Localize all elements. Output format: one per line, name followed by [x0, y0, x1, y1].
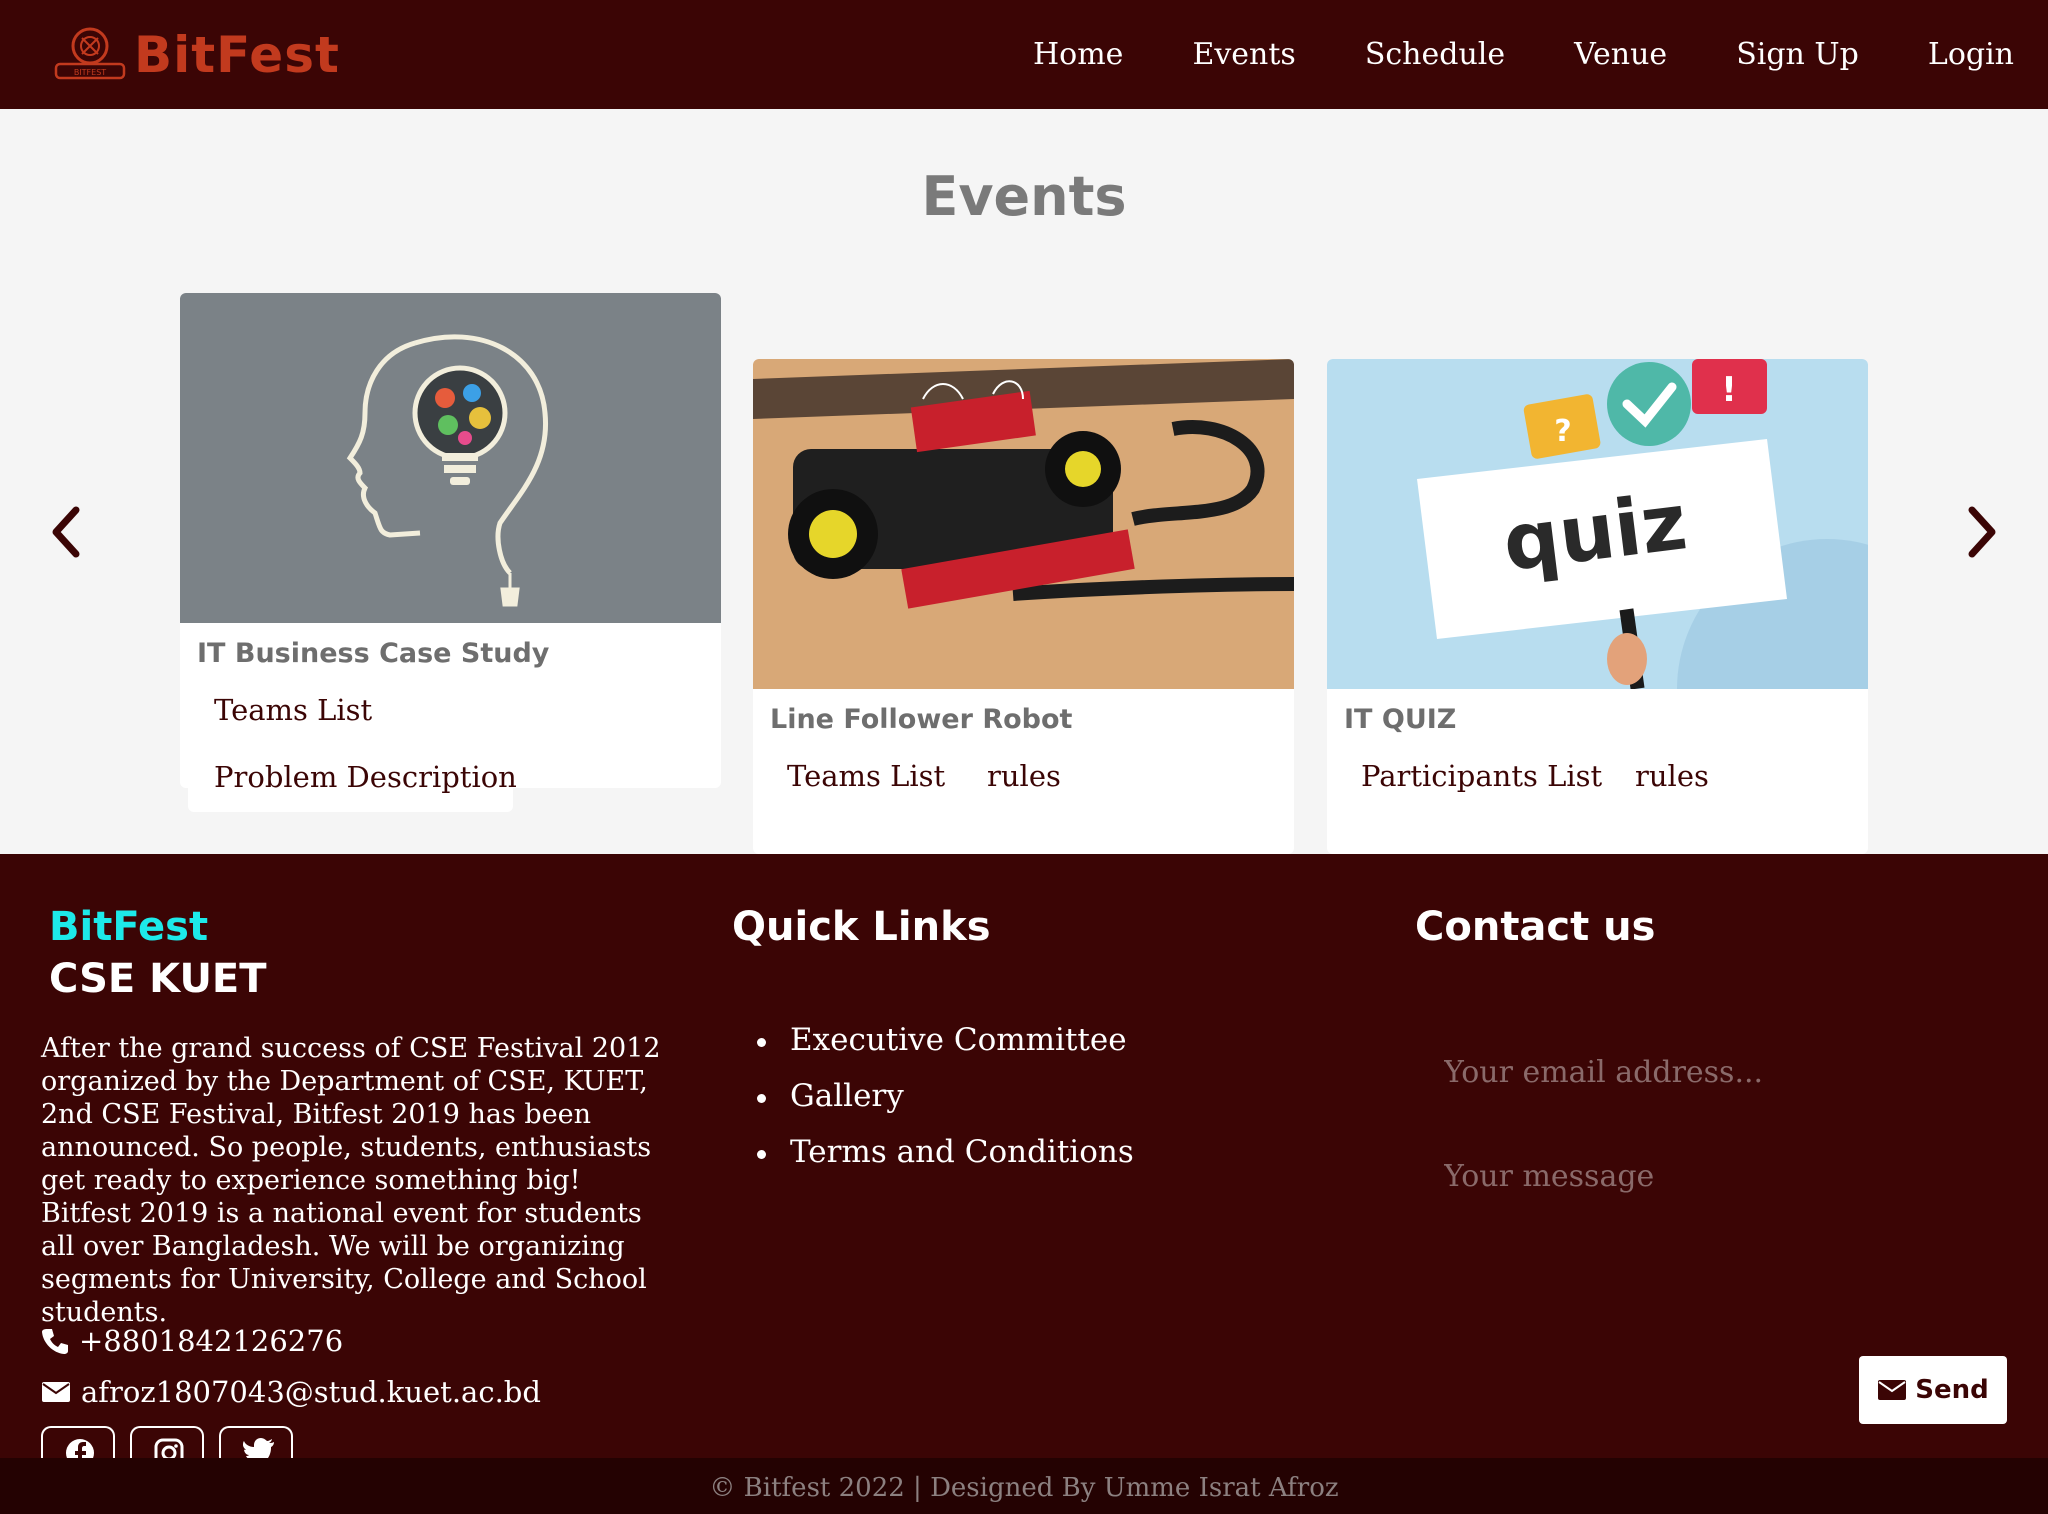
event-title: Line Follower Robot: [770, 704, 1073, 735]
contact-heading: Contact us: [1415, 904, 1656, 950]
rules-link[interactable]: rules: [1635, 759, 1709, 793]
brain-illustration-icon: [180, 293, 721, 623]
event-title: IT QUIZ: [1344, 704, 1457, 735]
event-card-it-business: IT Business Case Study Teams List Proble…: [180, 293, 721, 794]
list-bullet: [757, 1038, 766, 1047]
list-bullet: [757, 1094, 766, 1103]
brand-logo[interactable]: BITFEST BitFest: [52, 22, 340, 88]
email-address: afroz1807043@stud.kuet.ac.bd: [81, 1375, 541, 1409]
envelope-icon: [42, 1382, 70, 1402]
copyright-text: © Bitfest 2022 | Designed By Umme Israt …: [709, 1473, 1339, 1503]
svg-text:?: ?: [1554, 414, 1571, 449]
email-input[interactable]: [1420, 1037, 2006, 1107]
rules-link[interactable]: rules: [987, 759, 1061, 793]
event-title: IT Business Case Study: [197, 638, 550, 669]
instagram-button[interactable]: [130, 1426, 204, 1460]
footer-brand-name: BitFest: [49, 904, 209, 950]
quick-link-gallery[interactable]: Gallery: [790, 1078, 904, 1114]
svg-text:!: !: [1721, 370, 1737, 410]
events-heading: Events: [921, 165, 1127, 228]
twitter-button[interactable]: [219, 1426, 293, 1460]
quiz-sign-illustration-icon: quiz ? !: [1327, 359, 1868, 689]
twitter-icon: [243, 1438, 274, 1460]
main-nav: Home Events Schedule Venue Sign Up Login: [964, 0, 2014, 109]
event-image-quiz: quiz ? !: [1327, 359, 1868, 689]
envelope-icon: [1878, 1380, 1907, 1400]
send-label: Send: [1915, 1375, 1989, 1405]
nav-venue[interactable]: Venue: [1574, 37, 1667, 72]
instagram-icon: [154, 1438, 184, 1460]
carousel-prev-icon[interactable]: [46, 502, 86, 562]
event-image-brain: [180, 293, 721, 623]
participants-list-link[interactable]: Participants List: [1361, 759, 1602, 793]
event-card-it-quiz: quiz ? ! IT QUIZ Participants List rules: [1327, 359, 1868, 854]
bitfest-badge-icon: BITFEST: [54, 27, 126, 80]
brand-name: BitFest: [134, 26, 340, 84]
event-card-line-follower: Line Follower Robot Teams List rules: [753, 359, 1294, 854]
quick-links-heading: Quick Links: [732, 904, 991, 950]
quick-link-executive-committee[interactable]: Executive Committee: [790, 1022, 1127, 1058]
footer-brand-subtitle: CSE KUET: [49, 956, 267, 1002]
teams-list-link[interactable]: Teams List: [214, 693, 372, 727]
navbar: BITFEST BitFest Home Events Schedule Ven…: [0, 0, 2048, 109]
phone-line: +8801842126276: [41, 1324, 343, 1358]
svg-text:BITFEST: BITFEST: [74, 68, 106, 77]
problem-description-link[interactable]: Problem Description: [214, 760, 517, 794]
nav-schedule[interactable]: Schedule: [1365, 37, 1505, 72]
message-input[interactable]: [1420, 1141, 2006, 1211]
event-image-robot: [753, 359, 1294, 689]
facebook-button[interactable]: [41, 1426, 115, 1460]
phone-number: +8801842126276: [79, 1324, 344, 1358]
carousel-next-icon[interactable]: [1962, 502, 2002, 562]
send-button[interactable]: Send: [1859, 1356, 2007, 1424]
nav-home[interactable]: Home: [1033, 37, 1123, 72]
quick-link-terms[interactable]: Terms and Conditions: [790, 1134, 1134, 1170]
nav-login[interactable]: Login: [1928, 37, 2014, 72]
email-line: afroz1807043@stud.kuet.ac.bd: [41, 1375, 541, 1409]
nav-events[interactable]: Events: [1192, 37, 1295, 72]
facebook-icon: [66, 1439, 94, 1460]
teams-list-link[interactable]: Teams List: [787, 759, 945, 793]
about-text: After the grand success of CSE Festival …: [41, 1033, 661, 1328]
phone-icon: [42, 1329, 68, 1354]
robot-car-illustration-icon: [753, 359, 1294, 689]
list-bullet: [757, 1150, 766, 1159]
nav-sign-up[interactable]: Sign Up: [1736, 37, 1859, 72]
